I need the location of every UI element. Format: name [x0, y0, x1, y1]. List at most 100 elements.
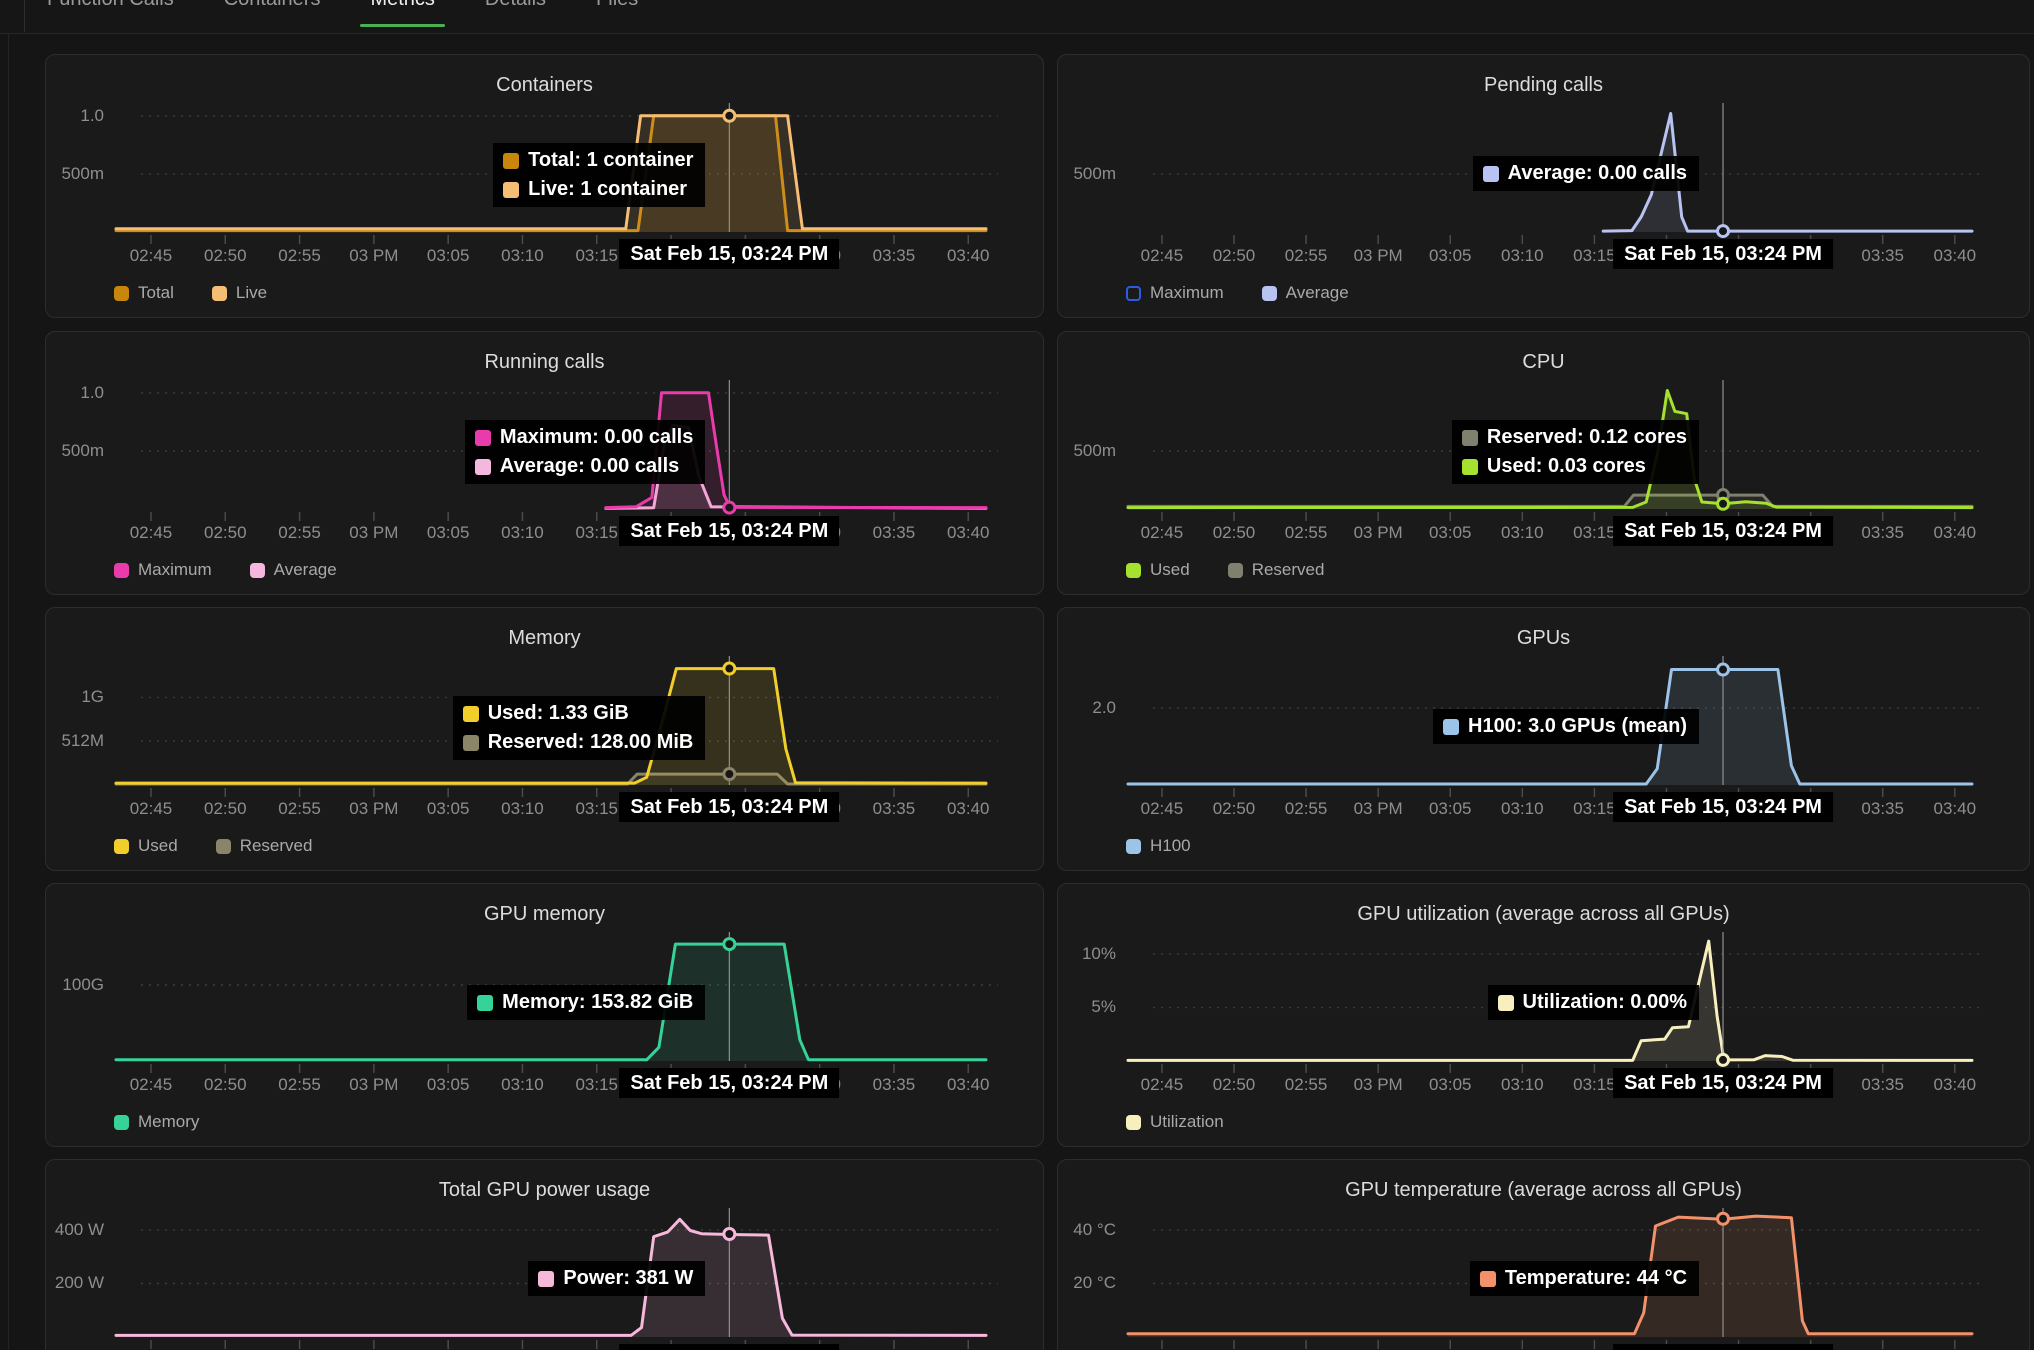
- hover-point-marker: [724, 502, 735, 513]
- legend-label: Maximum: [138, 560, 212, 580]
- tab-files[interactable]: Files: [596, 0, 638, 10]
- y-axis-label: 1G: [45, 687, 104, 707]
- tooltip-value-text: Utilization: 0.00%: [1523, 989, 1687, 1016]
- x-axis-label: 02:45: [109, 1075, 193, 1095]
- chart-title: GPUs: [1058, 626, 2029, 650]
- y-axis-label: 500m: [1057, 164, 1116, 184]
- tooltip-series-swatch: [475, 430, 491, 446]
- tooltip-row: Reserved: 128.00 MiB: [463, 729, 694, 756]
- x-axis-label: 02:50: [183, 523, 267, 543]
- hover-point-marker: [724, 663, 735, 674]
- legend-item-h100[interactable]: H100: [1126, 836, 1191, 856]
- y-axis-label: 20 °C: [1057, 1273, 1116, 1293]
- tab-containers[interactable]: Containers: [224, 0, 321, 10]
- legend-item-memory[interactable]: Memory: [114, 1112, 199, 1132]
- tooltip-row: Average: 0.00 calls: [1483, 160, 1687, 187]
- x-axis-label: 03 PM: [332, 799, 416, 819]
- tab-metrics[interactable]: Metrics: [370, 0, 434, 10]
- x-axis-label: 02:45: [109, 246, 193, 266]
- legend-item-used[interactable]: Used: [1126, 560, 1190, 580]
- y-axis-label: 1.0: [45, 106, 104, 126]
- hover-point-marker: [724, 110, 735, 121]
- tooltip-row: Average: 0.00 calls: [475, 453, 693, 480]
- x-axis-label: 03:05: [406, 246, 490, 266]
- x-axis-label: 02:55: [258, 523, 342, 543]
- legend-swatch: [114, 286, 129, 301]
- legend-item-average[interactable]: Average: [1262, 283, 1349, 303]
- legend-label: Maximum: [1150, 283, 1224, 303]
- date-tooltip: Sat Feb 15, 03:24 PM: [1613, 1344, 1833, 1350]
- legend-item-maximum[interactable]: Maximum: [1126, 283, 1224, 303]
- x-axis-label: 03:05: [406, 1075, 490, 1095]
- tooltip-value-text: Temperature: 44 °C: [1505, 1265, 1687, 1292]
- tooltip-series-swatch: [475, 459, 491, 475]
- hover-tooltip: Total: 1 containerLive: 1 container: [493, 143, 705, 207]
- y-axis-label: 40 °C: [1057, 1220, 1116, 1240]
- chart-title: GPU utilization (average across all GPUs…: [1058, 902, 2029, 926]
- x-axis-label: 02:55: [258, 246, 342, 266]
- date-tooltip: Sat Feb 15, 03:24 PM: [1613, 516, 1833, 546]
- tooltip-row: Reserved: 0.12 cores: [1462, 424, 1687, 451]
- x-axis-label: 03:05: [406, 799, 490, 819]
- hover-tooltip: Power: 381 W: [528, 1261, 705, 1296]
- legend-swatch: [114, 563, 129, 578]
- legend-swatch: [1126, 839, 1141, 854]
- tooltip-value-text: Average: 0.00 calls: [500, 453, 679, 480]
- hover-point-marker: [1718, 664, 1729, 675]
- tooltip-value-text: Reserved: 128.00 MiB: [488, 729, 694, 756]
- legend-swatch: [216, 839, 231, 854]
- x-axis-label: 03 PM: [332, 523, 416, 543]
- y-axis-label: 1.0: [45, 383, 104, 403]
- x-axis-label: 03:10: [480, 246, 564, 266]
- x-axis-label: 02:50: [183, 1075, 267, 1095]
- tooltip-value-text: Used: 1.33 GiB: [488, 700, 629, 727]
- hover-point-marker: [1718, 498, 1729, 509]
- y-axis-label: 500m: [45, 441, 104, 461]
- legend-item-average[interactable]: Average: [250, 560, 337, 580]
- hover-tooltip: Utilization: 0.00%: [1488, 985, 1699, 1020]
- panel-total-gpu-power-usage: Total GPU power usage400 W200 W02:4502:5…: [45, 1159, 1044, 1350]
- legend-item-utilization[interactable]: Utilization: [1126, 1112, 1224, 1132]
- x-axis-label: 03:40: [926, 1075, 1010, 1095]
- legend-item-reserved[interactable]: Reserved: [216, 836, 313, 856]
- date-tooltip: Sat Feb 15, 03:24 PM: [619, 516, 839, 546]
- chart-title: Running calls: [46, 350, 1043, 374]
- tooltip-series-swatch: [1462, 459, 1478, 475]
- panel-gpu-memory: GPU memory100G02:4502:5002:5503 PM03:050…: [45, 883, 1044, 1147]
- tooltip-series-swatch: [1443, 719, 1459, 735]
- date-tooltip: Sat Feb 15, 03:24 PM: [1613, 792, 1833, 822]
- hover-tooltip: Temperature: 44 °C: [1470, 1261, 1699, 1296]
- date-tooltip: Sat Feb 15, 03:24 PM: [1613, 1068, 1833, 1098]
- hover-tooltip: Used: 1.33 GiBReserved: 128.00 MiB: [453, 696, 706, 760]
- legend-label: Average: [274, 560, 337, 580]
- tab-function-calls[interactable]: Function Calls: [47, 0, 174, 10]
- y-axis-label: 500m: [45, 164, 104, 184]
- chart-title: Memory: [46, 626, 1043, 650]
- legend: Utilization: [1126, 1112, 1224, 1132]
- legend: Used Reserved: [1126, 560, 1324, 580]
- legend-swatch: [250, 563, 265, 578]
- x-axis-label: 03:35: [852, 1075, 936, 1095]
- legend-label: H100: [1150, 836, 1191, 856]
- hover-tooltip: Maximum: 0.00 callsAverage: 0.00 calls: [465, 420, 705, 484]
- tooltip-value-text: H100: 3.0 GPUs (mean): [1468, 713, 1687, 740]
- legend-item-maximum[interactable]: Maximum: [114, 560, 212, 580]
- chart-title: Containers: [46, 73, 1043, 97]
- legend-item-total[interactable]: Total: [114, 283, 174, 303]
- date-tooltip: Sat Feb 15, 03:24 PM: [1613, 239, 1833, 269]
- legend-swatch: [1262, 286, 1277, 301]
- hover-tooltip: Memory: 153.82 GiB: [467, 985, 705, 1020]
- content-left-border: [8, 34, 9, 1350]
- x-axis-label: 03:40: [926, 799, 1010, 819]
- legend: Total Live: [114, 283, 267, 303]
- legend-item-reserved[interactable]: Reserved: [1228, 560, 1325, 580]
- panel-containers: Containers1.0500m02:4502:5002:5503 PM03:…: [45, 54, 1044, 318]
- hover-point-marker: [724, 939, 735, 950]
- legend-swatch: [1126, 1115, 1141, 1130]
- tooltip-value-text: Total: 1 container: [528, 147, 693, 174]
- x-axis-label: 02:50: [183, 799, 267, 819]
- legend-label: Memory: [138, 1112, 199, 1132]
- legend-item-live[interactable]: Live: [212, 283, 267, 303]
- legend-item-used[interactable]: Used: [114, 836, 178, 856]
- tab-details[interactable]: Details: [485, 0, 546, 10]
